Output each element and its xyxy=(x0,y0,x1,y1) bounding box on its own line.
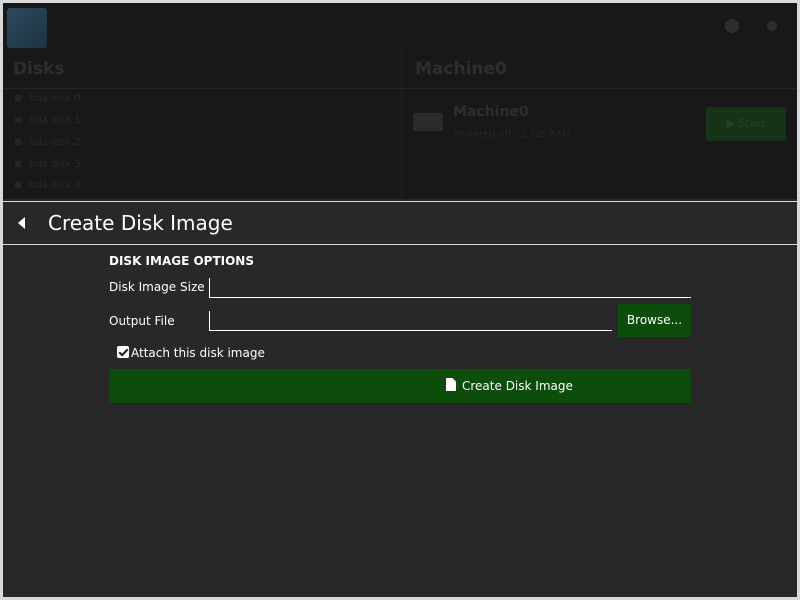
output-file-label: Output File xyxy=(109,314,175,328)
main-heading: Machine0 xyxy=(415,59,507,79)
file-icon xyxy=(446,378,456,391)
app-window: Disks Machine0 hda disk 0 hda disk 1 hda… xyxy=(3,3,797,597)
background-app: Disks Machine0 hda disk 0 hda disk 1 hda… xyxy=(3,3,797,199)
disk-icon xyxy=(15,95,21,101)
panel-header: Create Disk Image xyxy=(3,201,797,245)
vm-icon xyxy=(413,113,443,131)
panel-title: Create Disk Image xyxy=(48,211,233,235)
attach-checkbox[interactable] xyxy=(117,346,129,358)
sidebar-item: hda disk 3 xyxy=(15,159,81,170)
disk-icon xyxy=(15,117,21,123)
sidebar-heading: Disks xyxy=(13,59,65,79)
sidebar-item: hda disk 0 xyxy=(15,93,81,104)
create-disk-image-button[interactable]: Create Disk Image xyxy=(109,369,691,403)
divider xyxy=(402,88,797,89)
app-logo-icon xyxy=(7,8,47,48)
vm-subtitle: Powered off · 2 GB RAM xyxy=(453,129,571,140)
browse-button[interactable]: Browse... xyxy=(618,304,691,337)
menu-icon xyxy=(767,21,777,31)
disk-icon xyxy=(15,161,21,167)
vm-name: Machine0 xyxy=(453,104,529,120)
settings-icon xyxy=(725,19,739,33)
output-file-input[interactable] xyxy=(209,311,612,331)
disk-size-input[interactable] xyxy=(209,278,691,298)
disk-size-label: Disk Image Size xyxy=(109,280,205,294)
start-button: ▶ Start xyxy=(706,107,786,141)
sidebar-item: hda disk 2 xyxy=(15,137,81,148)
attach-checkbox-label[interactable]: Attach this disk image xyxy=(131,346,265,360)
back-arrow-icon[interactable] xyxy=(13,212,33,234)
create-button-label: Create Disk Image xyxy=(462,379,573,393)
disk-icon xyxy=(15,182,21,188)
divider xyxy=(401,51,402,199)
divider xyxy=(3,88,401,89)
disk-icon xyxy=(15,139,21,145)
section-title: DISK IMAGE OPTIONS xyxy=(109,254,254,268)
sidebar-item: hda disk 4 xyxy=(15,180,81,191)
sidebar-item: hda disk 1 xyxy=(15,115,81,126)
